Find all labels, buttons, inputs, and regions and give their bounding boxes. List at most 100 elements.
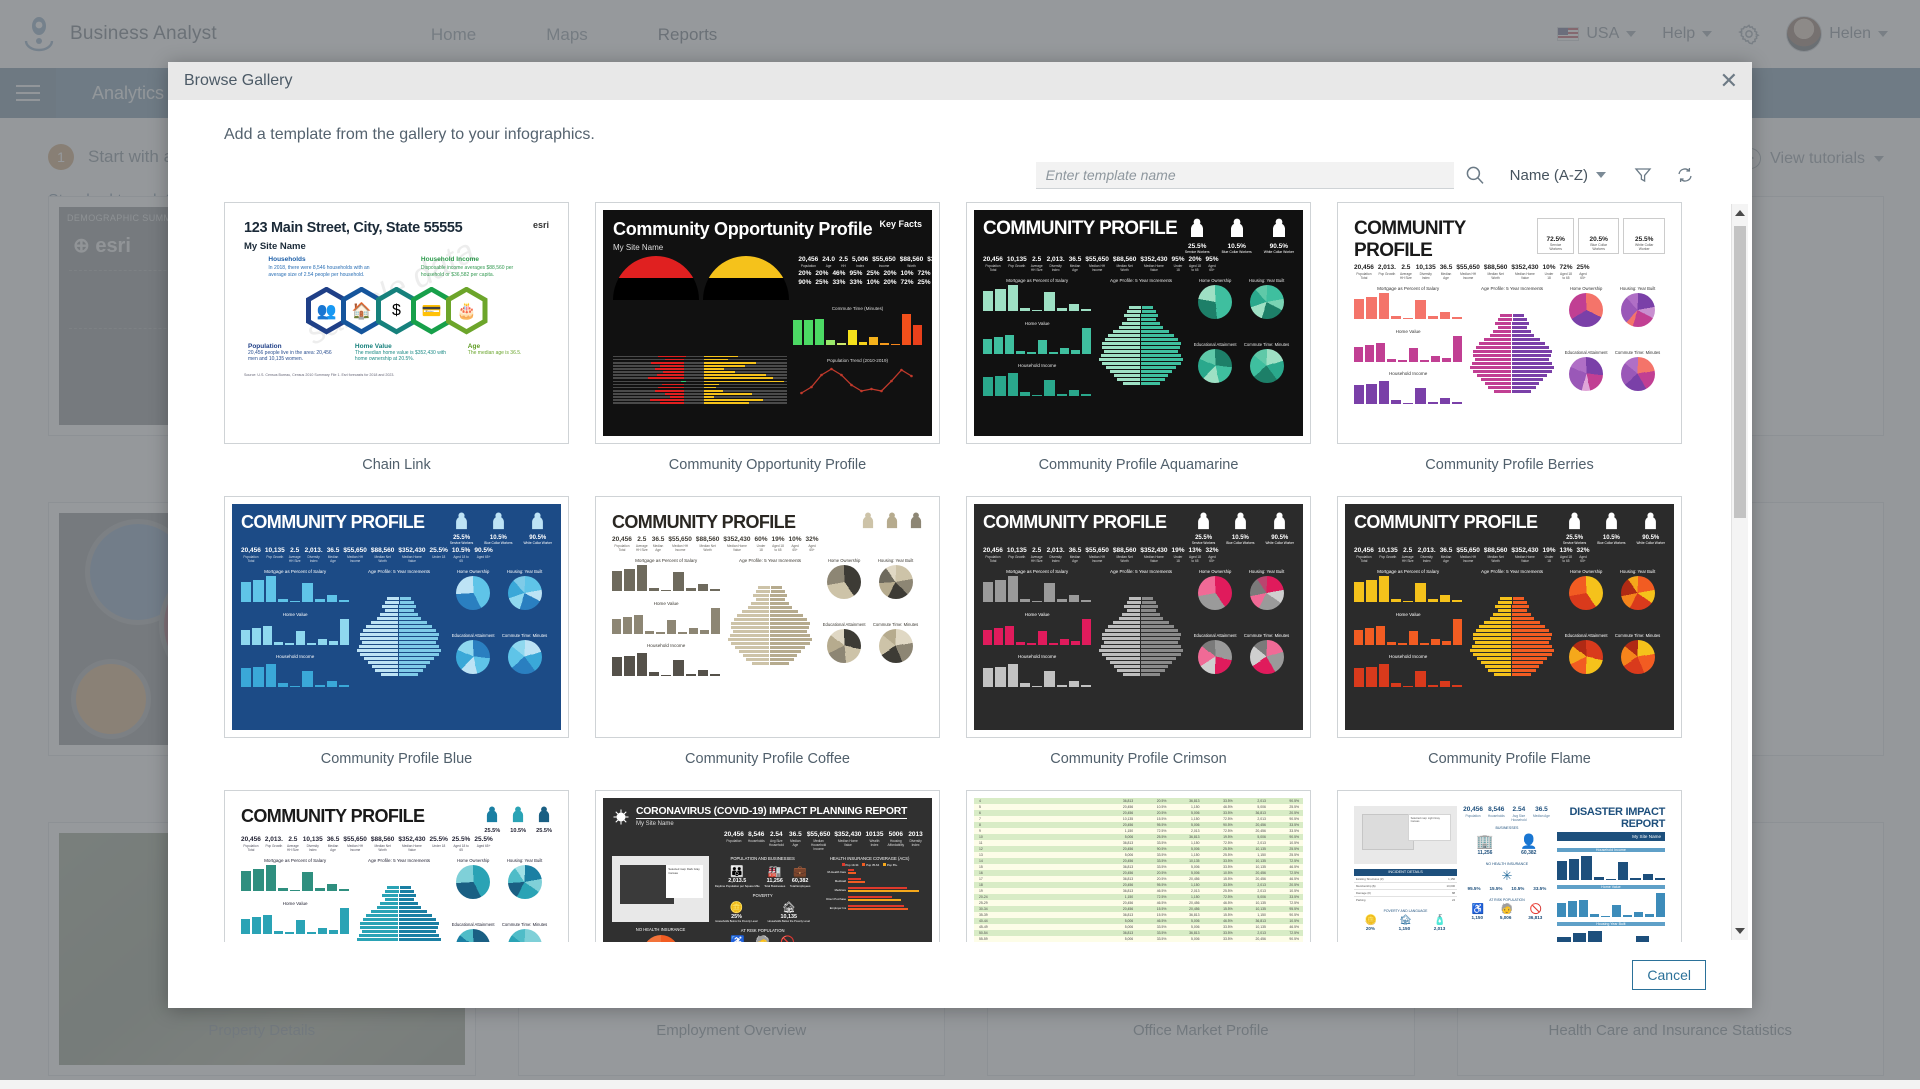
worker-stat-value: 20.5%: [1589, 236, 1608, 243]
kf-value: 2.5: [1032, 256, 1042, 263]
cell: 33.5%: [1223, 883, 1233, 887]
kf-value: 20,456: [1354, 547, 1374, 554]
kf-value: $55,650: [1456, 264, 1480, 271]
chart-title: Commute Time (Minutes): [831, 306, 884, 311]
filter-button[interactable]: [1622, 160, 1664, 190]
kf-label: Pop Growth: [265, 844, 283, 848]
template-thumbnail[interactable]: CORONAVIRUS (COVID-19) IMPACT PLANNING R…: [595, 790, 940, 942]
section-title: AT RISK POPULATION: [740, 928, 785, 933]
kf-label: Households: [747, 839, 765, 843]
age-pyramid: [1468, 291, 1556, 415]
cell: 5,006: [1257, 835, 1266, 839]
kf-label: Diversity Index: [1049, 264, 1062, 272]
cell: 20,456: [1122, 883, 1134, 887]
close-icon[interactable]: ✕: [1720, 70, 1738, 92]
cell: 33.5%: [1156, 853, 1167, 857]
cell: 36,813: [1122, 799, 1134, 803]
scrollbar-thumb[interactable]: [1734, 226, 1746, 518]
gallery-item-data-table-report[interactable]: 4 36,813 20.5% 36,813 33.5% 2,013 90.5% 5 20,45…: [966, 790, 1311, 942]
cell: 2,013: [1257, 799, 1266, 803]
kf-value: 10135: [865, 831, 884, 838]
sort-selector[interactable]: Name (A-Z): [1510, 167, 1606, 184]
gallery-item-community-profile-teal[interactable]: COMMUNITY PROFILE 25.5% 10.5% 25.5% 20,4…: [224, 790, 569, 942]
gallery-item-community-opportunity-profile[interactable]: Community Opportunity Profile My Site Na…: [595, 202, 940, 490]
cancel-button[interactable]: Cancel: [1632, 960, 1706, 990]
row-key: 18: [979, 883, 983, 887]
cell: 36,813: [1122, 931, 1134, 935]
kf-value: 72%: [1559, 264, 1573, 271]
gallery-item-community-profile-aquamarine[interactable]: COMMUNITY PROFILE 25.5% Service Workers 1…: [966, 202, 1311, 490]
row-key: 5: [979, 805, 981, 809]
gallery-scrollbar[interactable]: [1731, 204, 1748, 940]
kf-value: $352,430: [834, 831, 862, 838]
cell: 36,813: [1189, 931, 1200, 935]
panel-title: Commute Time: Minutes: [1614, 632, 1661, 638]
gallery-item-community-profile-berries[interactable]: COMMUNITY PROFILE 72.5% Service Workers 2…: [1337, 202, 1682, 490]
gallery-item-community-profile-crimson[interactable]: COMMUNITY PROFILE 25.5% Service Workers 1…: [966, 496, 1311, 784]
template-thumbnail[interactable]: COMMUNITY PROFILE 72.5% Service Workers 2…: [1337, 202, 1682, 444]
kf-value: 20,456: [1463, 806, 1483, 813]
gallery-item-community-profile-blue[interactable]: COMMUNITY PROFILE 25.5% Service Workers 1…: [224, 496, 569, 784]
kf-label: Population: [726, 839, 742, 843]
template-thumbnail[interactable]: 4 36,813 20.5% 36,813 33.5% 2,013 90.5% 5 20,45…: [966, 790, 1311, 942]
scroll-up-button[interactable]: [1732, 204, 1748, 222]
kf-label: Median Net Worth: [1487, 555, 1504, 563]
template-thumbnail[interactable]: COMMUNITY PROFILE 25.5% Service Workers 1…: [224, 496, 569, 738]
cell: 1,150: [1191, 805, 1200, 809]
scroll-down-button[interactable]: [1732, 922, 1748, 940]
refresh-button[interactable]: [1664, 160, 1706, 190]
cell: 10.5%: [1223, 871, 1233, 875]
person-icon: [456, 512, 467, 530]
template-thumbnail[interactable]: COMMUNITY PROFILE 25.5% Service Workers 1…: [966, 496, 1311, 738]
cell: 25.5%: [1223, 889, 1233, 893]
browse-gallery-dialog: Browse Gallery ✕ Add a template from the…: [168, 62, 1752, 1008]
bottom-stat: 5,006: [1499, 915, 1512, 920]
kf-label: Aged 18 to 65: [1560, 272, 1572, 280]
template-thumbnail[interactable]: COMMUNITY PROFILE 25.5% 10.5% 25.5% 20,4…: [224, 790, 569, 942]
panel-title: Home Ownership: [827, 558, 861, 563]
cell: 95.5%: [1156, 883, 1167, 887]
kf-label: Population Total: [985, 264, 1001, 272]
gallery-item-covid-impact-planning-report[interactable]: CORONAVIRUS (COVID-19) IMPACT PLANNING R…: [595, 790, 940, 942]
template-thumbnail[interactable]: sample data 123 Main Street, City, State…: [224, 202, 569, 444]
template-thumbnail[interactable]: COMMUNITY PROFILE 20,456 Population Total…: [595, 496, 940, 738]
template-thumbnail[interactable]: Selected map: Light Gray Canvas INCIDENT…: [1337, 790, 1682, 942]
age-pyramid: [726, 563, 814, 687]
cell: 20,456: [1122, 823, 1134, 827]
kf-label: Median Net Worth: [1116, 264, 1133, 272]
kf-label: Avg Size Household: [1511, 814, 1527, 822]
cell: 1,150: [1191, 853, 1200, 857]
panel-title: Age Profile: 5 Year Increments: [1481, 286, 1544, 291]
search-button[interactable]: [1454, 160, 1496, 190]
refresh-icon: [1678, 168, 1692, 182]
gallery-item-community-profile-flame[interactable]: COMMUNITY PROFILE 25.5% Service Workers 1…: [1337, 496, 1682, 784]
cell: 20,456: [1122, 811, 1134, 815]
row-label: Medicare: [834, 887, 847, 892]
cell: 33.5%: [1156, 865, 1167, 869]
cell: 33.5%: [1223, 811, 1233, 815]
template-thumbnail[interactable]: COMMUNITY PROFILE 25.5% Service Workers 1…: [966, 202, 1311, 444]
gallery-item-disaster-impact-report[interactable]: Selected map: Light Gray Canvas INCIDENT…: [1337, 790, 1682, 942]
cell: 46.5%: [1156, 919, 1167, 923]
kf-label: Aged 18 to 65: [1189, 264, 1201, 272]
kf-label: Aged 65+: [1579, 272, 1587, 280]
panel-title: Commute Time: Minutes: [872, 621, 919, 627]
kf-label: Aged 18 to 65: [1189, 555, 1201, 563]
template-thumbnail[interactable]: COMMUNITY PROFILE 25.5% Service Workers 1…: [1337, 496, 1682, 738]
panel-title: Age Profile: 5 Year Increments: [368, 858, 431, 863]
template-thumbnail[interactable]: Community Opportunity Profile My Site Na…: [595, 202, 940, 444]
cell: 36,813: [1189, 913, 1200, 917]
triangle-up-icon: [1735, 210, 1745, 216]
cell: 46.5%: [1223, 919, 1233, 923]
search-input[interactable]: [1035, 161, 1454, 189]
filter-icon: [1634, 168, 1652, 183]
gallery-item-community-profile-coffee[interactable]: COMMUNITY PROFILE 20,456 Population Total…: [595, 496, 940, 784]
gallery-item-chain-link[interactable]: sample data 123 Main Street, City, State…: [224, 202, 569, 490]
person-icon: [886, 512, 898, 529]
kf-value: 36.5: [651, 536, 665, 543]
chart-title: Home Value: [1556, 885, 1666, 889]
panel-title: Housing: Year Built: [1248, 569, 1285, 574]
panel-title: Commute Time: Minutes: [1243, 632, 1290, 638]
kf-label: Aged 18 to 65: [772, 544, 784, 552]
cell: 33.5%: [1156, 841, 1167, 845]
